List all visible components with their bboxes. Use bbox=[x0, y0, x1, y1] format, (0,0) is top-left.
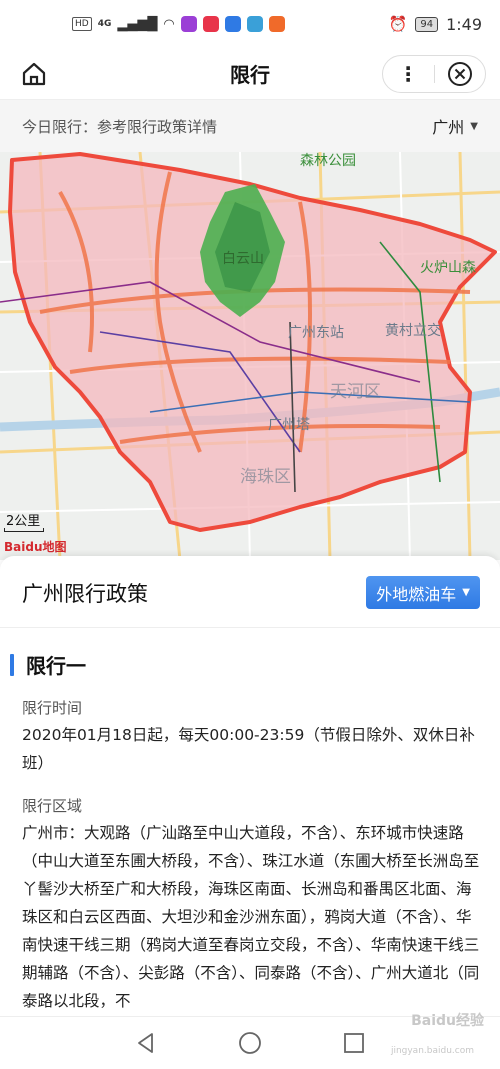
map-label: 白云山 bbox=[222, 251, 264, 267]
home-nav-button[interactable] bbox=[238, 1031, 262, 1055]
map-canvas bbox=[0, 152, 500, 560]
section-accent-bar bbox=[10, 653, 14, 676]
policy-title: 广州限行政策 bbox=[22, 582, 148, 606]
app-notification-icon bbox=[202, 16, 219, 32]
app-notification-icon bbox=[268, 16, 285, 32]
signal-icon: ▂▄▆█ bbox=[117, 16, 158, 32]
home-icon bbox=[22, 62, 46, 86]
city-selector[interactable]: 广州 ▼ bbox=[432, 114, 478, 138]
status-icons: HD 4G ▂▄▆█ ◠ bbox=[72, 16, 285, 32]
today-restriction-text: 今日限行：参考限行政策详情 bbox=[22, 117, 218, 136]
map-label: 天河区 bbox=[330, 382, 381, 402]
network-indicator: 4G bbox=[97, 19, 112, 29]
city-label: 广州 bbox=[432, 118, 465, 137]
map-scale-bar bbox=[4, 528, 44, 532]
battery-indicator: 94 bbox=[415, 16, 439, 32]
baidu-map-logo: Baidu地图 bbox=[4, 540, 67, 554]
clock: 1:49 bbox=[446, 14, 482, 34]
recents-button[interactable] bbox=[342, 1031, 366, 1055]
more-button[interactable]: ⋮ bbox=[383, 56, 434, 92]
dropdown-triangle-icon: ▼ bbox=[470, 120, 478, 132]
app-notification-icon bbox=[224, 16, 241, 32]
map-scale-label: 2公里 bbox=[6, 514, 41, 529]
policy-panel: 广州限行政策 外地燃油车 ▼ 限行一 限行时间 2020年01月18日起，每天0… bbox=[0, 556, 500, 1016]
car-type-label: 外地燃油车 bbox=[376, 584, 457, 604]
app-notification-icon bbox=[180, 16, 197, 32]
restriction-area-label: 限行区域 bbox=[22, 797, 83, 815]
dropdown-triangle-icon: ▼ bbox=[462, 587, 470, 598]
section-title: 限行一 bbox=[26, 654, 86, 678]
app-notification-icon bbox=[246, 16, 263, 32]
restriction-time-label: 限行时间 bbox=[22, 699, 83, 717]
map-label: 广州塔 bbox=[268, 417, 310, 433]
restriction-info-row: 今日限行：参考限行政策详情 广州 ▼ bbox=[0, 100, 500, 152]
watermark: Baidu经验 bbox=[411, 1013, 484, 1029]
restriction-map[interactable]: 白云山 广州东站 广州塔 海珠区 火炉山森 天河区 黄村立交 森林公园 2公里 … bbox=[0, 152, 500, 560]
close-button[interactable] bbox=[434, 56, 485, 92]
map-label: 黄村立交 bbox=[385, 323, 441, 339]
alarm-icon: ⏰ bbox=[388, 15, 408, 33]
wifi-icon: ◠ bbox=[163, 16, 175, 32]
mini-program-capsule: ⋮ bbox=[382, 55, 486, 93]
map-label: 广州东站 bbox=[288, 325, 344, 341]
back-button[interactable] bbox=[134, 1031, 158, 1055]
status-bar: HD 4G ▂▄▆█ ◠ ⏰ 94 1:49 bbox=[0, 0, 500, 48]
watermark-url: jingyan.baidu.com bbox=[390, 1046, 474, 1056]
policy-header: 广州限行政策 外地燃油车 ▼ bbox=[0, 556, 500, 628]
restriction-time-text: 2020年01月18日起，每天00:00-23:59（节假日除外、双休日补班） bbox=[22, 726, 475, 772]
nav-bar: 限行 ⋮ bbox=[0, 48, 500, 100]
hd-indicator: HD bbox=[72, 17, 92, 31]
home-button[interactable] bbox=[20, 60, 48, 88]
map-label: 火炉山森 bbox=[420, 260, 476, 276]
restriction-area-text: 广州市：大观路（广汕路至中山大道段，不含）、东环城市快速路（中山大道至东圃大桥段… bbox=[22, 824, 480, 1010]
car-type-selector[interactable]: 外地燃油车 ▼ bbox=[366, 576, 480, 609]
section-header: 限行一 bbox=[10, 650, 86, 679]
close-icon bbox=[447, 62, 472, 86]
page-title: 限行 bbox=[230, 63, 270, 87]
map-label: 海珠区 bbox=[240, 467, 291, 487]
map-label: 森林公园 bbox=[300, 153, 356, 169]
